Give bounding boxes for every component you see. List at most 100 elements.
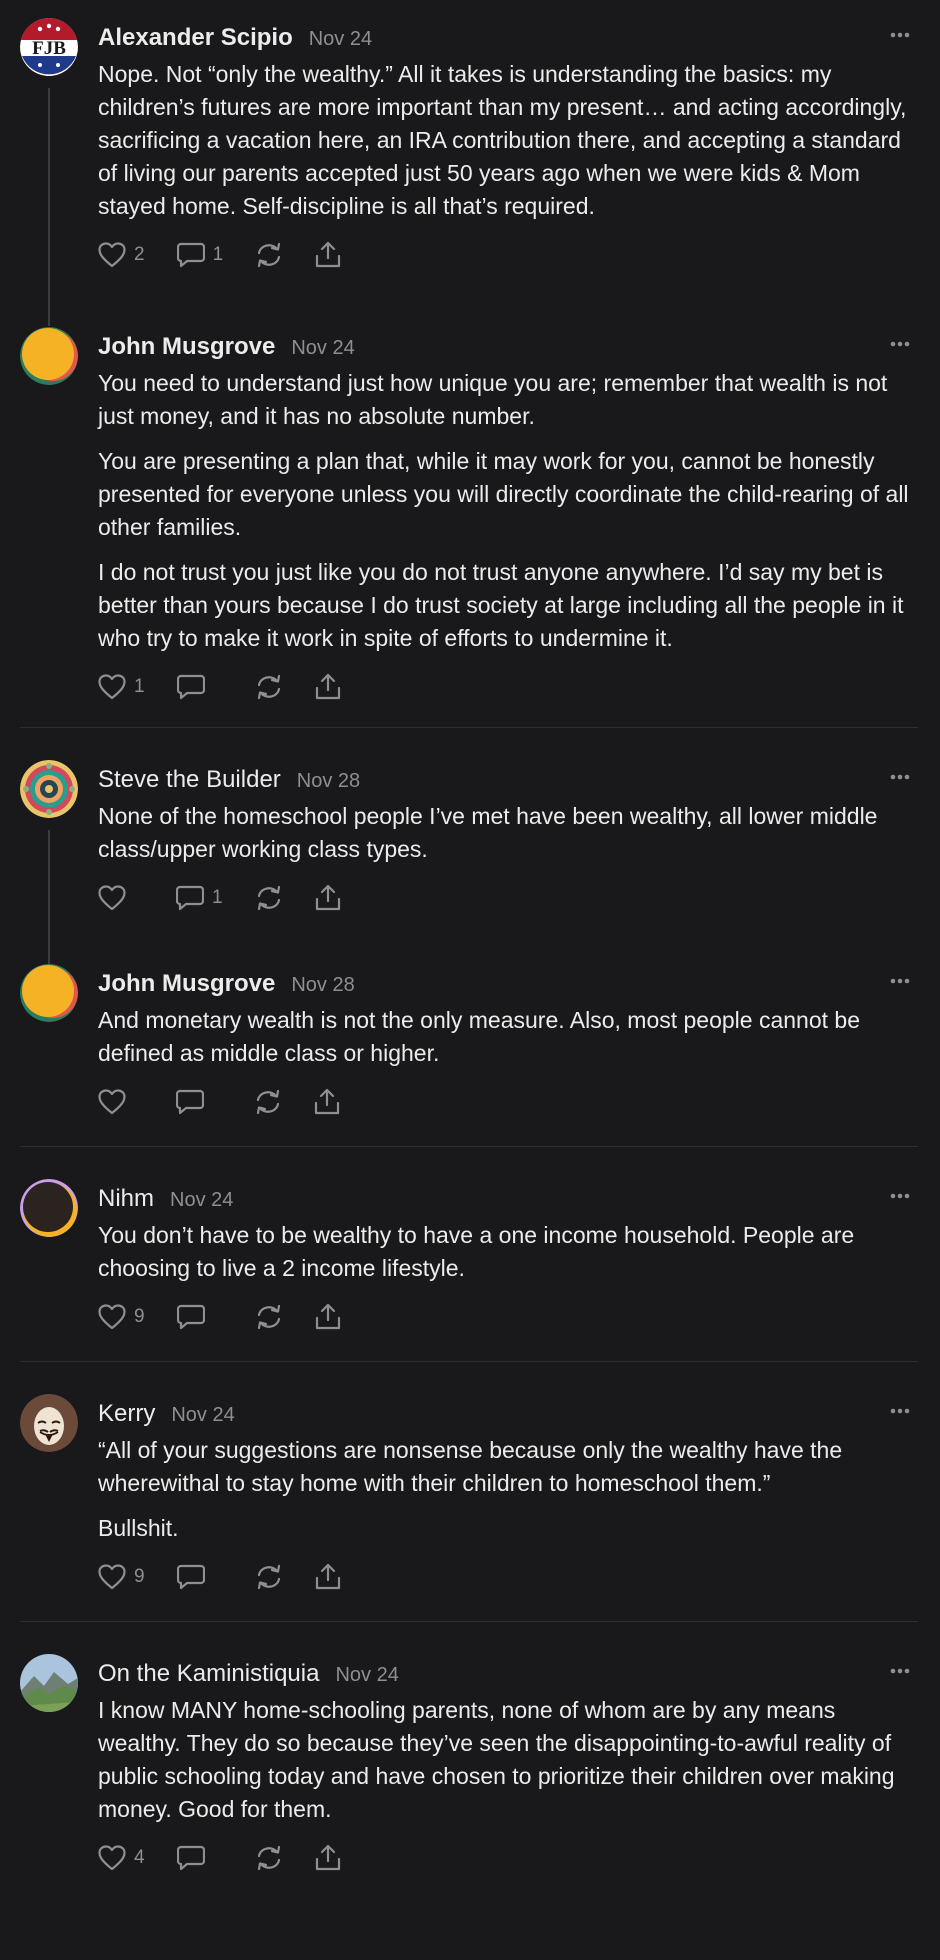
avatar[interactable]: FJB <box>20 18 78 76</box>
restack-button[interactable] <box>254 1089 282 1115</box>
comment-body: You don’t have to be wealthy to have a o… <box>98 1219 910 1285</box>
share-button[interactable] <box>315 241 341 269</box>
share-icon <box>314 1088 340 1115</box>
author-name[interactable]: John Musgrove <box>98 333 275 361</box>
share-button[interactable] <box>315 884 341 912</box>
comment-body: None of the homeschool people I’ve met h… <box>98 800 910 866</box>
reply-button[interactable] <box>176 1845 223 1871</box>
share-icon <box>315 1563 340 1590</box>
share-icon <box>315 1844 340 1871</box>
comment-date[interactable]: Nov 24 <box>309 28 372 51</box>
heart-icon <box>98 1304 126 1330</box>
reply-button[interactable] <box>176 1304 223 1330</box>
comment-text: Nope. Not “only the wealthy.” All it tak… <box>98 61 907 219</box>
share-button[interactable] <box>314 1088 340 1116</box>
comment-icon <box>176 1304 205 1330</box>
like-button[interactable]: 2 <box>98 242 145 268</box>
action-bar <box>98 1082 910 1122</box>
comment-text: You need to understand just how unique y… <box>98 370 888 429</box>
comment-divider <box>20 1361 918 1362</box>
reply-button[interactable]: 1 <box>176 885 223 911</box>
reply-button[interactable] <box>176 1564 223 1590</box>
restack-icon <box>257 674 280 700</box>
more-icon[interactable] <box>890 1193 910 1199</box>
fjb-badge-avatar: FJB <box>20 18 78 76</box>
restack-icon <box>257 1304 280 1330</box>
heart-icon <box>98 1089 126 1115</box>
comment-date[interactable]: Nov 28 <box>291 974 354 997</box>
comment: John Musgrove Nov 28 And monetary wealth… <box>0 964 940 1122</box>
comment-date[interactable]: Nov 24 <box>170 1189 233 1212</box>
comment-date[interactable]: Nov 24 <box>171 1404 234 1427</box>
more-icon[interactable] <box>890 1668 910 1674</box>
comment-text: None of the homeschool people I’ve met h… <box>98 803 878 862</box>
share-button[interactable] <box>315 1303 341 1331</box>
comment-text: “All of your suggestions are nonsense be… <box>98 1437 843 1496</box>
avatar[interactable] <box>20 1394 78 1452</box>
share-icon <box>315 673 340 700</box>
comment-body: Nope. Not “only the wealthy.” All it tak… <box>98 58 910 223</box>
author-name[interactable]: Steve the Builder <box>98 766 281 794</box>
like-button[interactable]: 9 <box>98 1564 145 1590</box>
like-button[interactable]: 9 <box>98 1304 145 1330</box>
restack-button[interactable] <box>255 1845 283 1871</box>
comment: Kerry Nov 24 “All of your suggestions ar… <box>0 1394 940 1597</box>
comment-icon <box>176 1845 205 1871</box>
heart-icon <box>98 885 126 911</box>
comment-feed: FJB Alexander Scipio Nov 24 Nope. Not “o… <box>0 18 940 1878</box>
orange-circle-avatar <box>20 964 78 1022</box>
comment-divider <box>20 1621 918 1622</box>
comment-icon <box>176 242 205 268</box>
like-button[interactable] <box>98 1089 144 1115</box>
comment-date[interactable]: Nov 28 <box>297 770 360 793</box>
thread-line <box>48 88 50 326</box>
comment-date[interactable]: Nov 24 <box>291 337 354 360</box>
author-name[interactable]: Nihm <box>98 1185 154 1213</box>
restack-button[interactable] <box>255 674 283 700</box>
like-button[interactable]: 4 <box>98 1845 145 1871</box>
share-button[interactable] <box>315 673 341 701</box>
restack-icon <box>257 1845 280 1871</box>
like-button[interactable]: 1 <box>98 674 145 700</box>
like-count: 1 <box>134 676 145 697</box>
restack-button[interactable] <box>255 885 283 911</box>
comment-icon <box>176 1564 205 1590</box>
avatar[interactable] <box>20 1654 78 1712</box>
avatar[interactable] <box>20 1179 78 1237</box>
comment-text: You are presenting a plan that, while it… <box>98 448 909 540</box>
restack-button[interactable] <box>255 1564 283 1590</box>
avatar[interactable] <box>20 760 78 818</box>
more-icon[interactable] <box>890 1408 910 1414</box>
avatar[interactable] <box>20 327 78 385</box>
like-count: 9 <box>134 1306 145 1327</box>
comment-date[interactable]: Nov 24 <box>335 1664 398 1687</box>
restack-button[interactable] <box>255 242 283 268</box>
heart-icon <box>98 242 126 268</box>
author-name[interactable]: On the Kaministiquia <box>98 1660 319 1688</box>
share-button[interactable] <box>315 1844 341 1872</box>
more-icon[interactable] <box>890 341 910 347</box>
reply-button[interactable] <box>176 1089 222 1115</box>
share-button[interactable] <box>315 1563 341 1591</box>
like-button[interactable] <box>98 885 144 911</box>
dark-circle-avatar <box>20 1179 78 1237</box>
author-name[interactable]: Alexander Scipio <box>98 24 293 52</box>
heart-icon <box>98 1845 126 1871</box>
share-icon <box>316 241 341 268</box>
reply-button[interactable]: 1 <box>176 242 223 268</box>
action-bar: 4 <box>98 1838 910 1878</box>
restack-icon <box>256 1089 280 1115</box>
more-icon[interactable] <box>890 774 910 780</box>
author-name[interactable]: John Musgrove <box>98 970 275 998</box>
more-icon[interactable] <box>890 32 910 38</box>
mandala-avatar <box>20 760 78 818</box>
avatar[interactable] <box>20 964 78 1022</box>
comment-text: You don’t have to be wealthy to have a o… <box>98 1222 855 1281</box>
restack-icon <box>257 1564 280 1590</box>
reply-button[interactable] <box>176 674 223 700</box>
restack-button[interactable] <box>255 1304 283 1330</box>
comment-text: I know MANY home-schooling parents, none… <box>98 1697 895 1822</box>
restack-icon <box>258 242 281 268</box>
more-icon[interactable] <box>890 978 910 984</box>
author-name[interactable]: Kerry <box>98 1400 155 1428</box>
